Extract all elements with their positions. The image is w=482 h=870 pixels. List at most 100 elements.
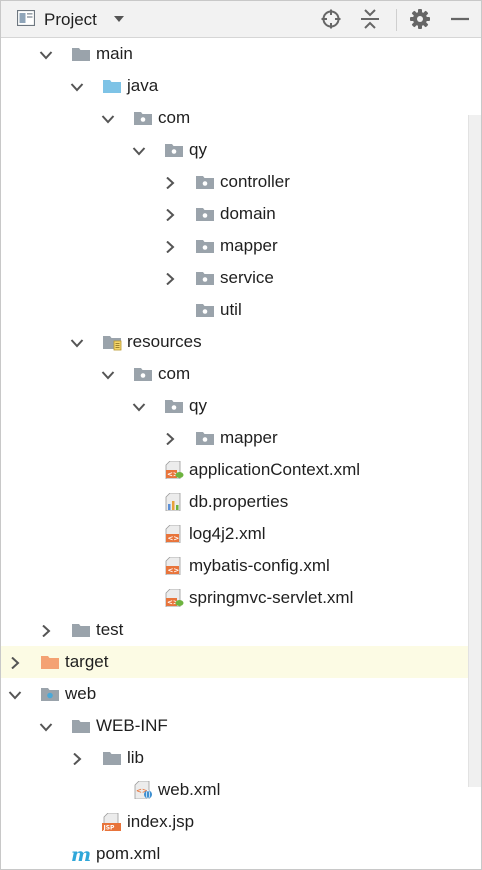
tree-node-label: controller xyxy=(220,172,290,191)
tree-node-label: java xyxy=(127,76,159,95)
jsp-icon: JSP xyxy=(102,812,122,832)
locate-icon[interactable] xyxy=(320,8,342,30)
svg-text:m: m xyxy=(71,845,91,863)
header-separator xyxy=(396,9,397,31)
tree-node-com[interactable]: com xyxy=(1,102,467,134)
tree-node-applicationcontext-xml[interactable]: <> applicationContext.xml xyxy=(1,454,467,486)
tree-node-qy[interactable]: qy xyxy=(1,134,467,166)
package-icon xyxy=(164,141,184,159)
package-icon xyxy=(133,109,153,127)
tree-node-label: service xyxy=(220,268,274,287)
chevron-right-icon[interactable] xyxy=(163,208,177,222)
tree-node-java[interactable]: java xyxy=(1,70,467,102)
properties-icon xyxy=(164,492,184,512)
maven-icon: m xyxy=(71,844,91,866)
tree-node-label: web xyxy=(65,684,97,703)
svg-text:<>: <> xyxy=(168,535,180,543)
tree-node-label: com xyxy=(158,364,191,383)
tree-node-pom-xml[interactable]: m pom.xml xyxy=(1,838,467,869)
package-icon xyxy=(195,173,215,191)
tree-node-label: WEB-INF xyxy=(96,716,168,735)
hide-icon[interactable] xyxy=(449,8,471,30)
tree-node-label: util xyxy=(220,300,242,319)
chevron-down-icon[interactable] xyxy=(101,368,115,380)
tree-node-label: springmvc-servlet.xml xyxy=(189,588,354,607)
tree-node-db-properties[interactable]: db.properties xyxy=(1,486,467,518)
package-icon xyxy=(195,269,215,287)
tree-node-controller[interactable]: controller xyxy=(1,166,467,198)
chevron-right-icon[interactable] xyxy=(8,656,22,670)
package-icon xyxy=(164,397,184,415)
project-view-icon xyxy=(17,10,35,26)
tree-node-label: log4j2.xml xyxy=(189,524,266,543)
chevron-right-icon[interactable] xyxy=(163,432,177,446)
chevron-down-icon[interactable] xyxy=(70,336,84,348)
chevron-down-icon[interactable] xyxy=(39,720,53,732)
chevron-right-icon[interactable] xyxy=(163,272,177,286)
tree-node-index-jsp[interactable]: JSP index.jsp xyxy=(1,806,467,838)
tree-node-label: com xyxy=(158,108,191,127)
folder-icon xyxy=(71,717,91,735)
tree-node-label: target xyxy=(65,652,109,671)
tree-node-mybatis-config-xml[interactable]: <> mybatis-config.xml xyxy=(1,550,467,582)
chevron-down-icon[interactable] xyxy=(39,48,53,60)
spring-xml-icon: <> xyxy=(164,460,184,480)
chevron-right-icon[interactable] xyxy=(39,624,53,638)
tree-node-mapper[interactable]: mapper xyxy=(1,422,467,454)
package-icon xyxy=(195,205,215,223)
project-view-title[interactable]: Project xyxy=(44,10,97,30)
package-icon xyxy=(195,301,215,319)
tree-node-com[interactable]: com xyxy=(1,358,467,390)
chevron-down-icon[interactable] xyxy=(113,14,125,24)
tree-node-test[interactable]: test xyxy=(1,614,467,646)
folder-icon xyxy=(102,749,122,767)
svg-text:JSP: JSP xyxy=(103,825,116,832)
vertical-scrollbar[interactable] xyxy=(468,115,481,787)
tree-node-web-inf[interactable]: WEB-INF xyxy=(1,710,467,742)
tree-node-label: qy xyxy=(189,140,207,159)
folder-web-icon xyxy=(40,685,60,703)
chevron-right-icon[interactable] xyxy=(70,752,84,766)
chevron-right-icon[interactable] xyxy=(163,176,177,190)
tree-node-label: test xyxy=(96,620,124,639)
tree-node-label: web.xml xyxy=(158,780,221,799)
tree-node-service[interactable]: service xyxy=(1,262,467,294)
xml-icon: <> xyxy=(164,556,184,576)
tree-node-qy[interactable]: qy xyxy=(1,390,467,422)
project-header: Project xyxy=(1,1,481,38)
tree-node-log4j2-xml[interactable]: <> log4j2.xml xyxy=(1,518,467,550)
chevron-down-icon[interactable] xyxy=(132,144,146,156)
chevron-down-icon[interactable] xyxy=(70,80,84,92)
chevron-right-icon[interactable] xyxy=(163,240,177,254)
tree-node-lib[interactable]: lib xyxy=(1,742,467,774)
project-tree: main java com qy controller domain mappe… xyxy=(1,38,481,869)
tree-node-label: mapper xyxy=(220,428,278,447)
tree-node-domain[interactable]: domain xyxy=(1,198,467,230)
tree-node-springmvc-servlet-xml[interactable]: <> springmvc-servlet.xml xyxy=(1,582,467,614)
collapse-all-icon[interactable] xyxy=(359,8,381,30)
tree-node-label: pom.xml xyxy=(96,844,161,863)
settings-icon[interactable] xyxy=(409,8,431,30)
tree-node-label: domain xyxy=(220,204,276,223)
folder-icon xyxy=(71,45,91,63)
tree-node-label: qy xyxy=(189,396,207,415)
chevron-down-icon[interactable] xyxy=(8,688,22,700)
package-icon xyxy=(195,429,215,447)
folder-excluded-icon xyxy=(40,653,60,671)
tree-node-web[interactable]: web xyxy=(1,678,467,710)
tree-node-resources[interactable]: resources xyxy=(1,326,467,358)
web-xml-icon: <> xyxy=(133,780,153,800)
tree-node-mapper[interactable]: mapper xyxy=(1,230,467,262)
chevron-down-icon[interactable] xyxy=(132,400,146,412)
tree-node-label: mapper xyxy=(220,236,278,255)
svg-text:<>: <> xyxy=(168,567,180,575)
tree-node-target[interactable]: target xyxy=(1,646,481,678)
tree-node-web-xml[interactable]: <> web.xml xyxy=(1,774,467,806)
tree-node-main[interactable]: main xyxy=(1,38,467,70)
tree-node-util[interactable]: util xyxy=(1,294,467,326)
tree-node-label: index.jsp xyxy=(127,812,195,831)
tree-node-label: main xyxy=(96,44,133,63)
tree-node-label: lib xyxy=(127,748,145,767)
chevron-down-icon[interactable] xyxy=(101,112,115,124)
project-tool-window: Project main java com qy controller doma… xyxy=(0,0,482,870)
